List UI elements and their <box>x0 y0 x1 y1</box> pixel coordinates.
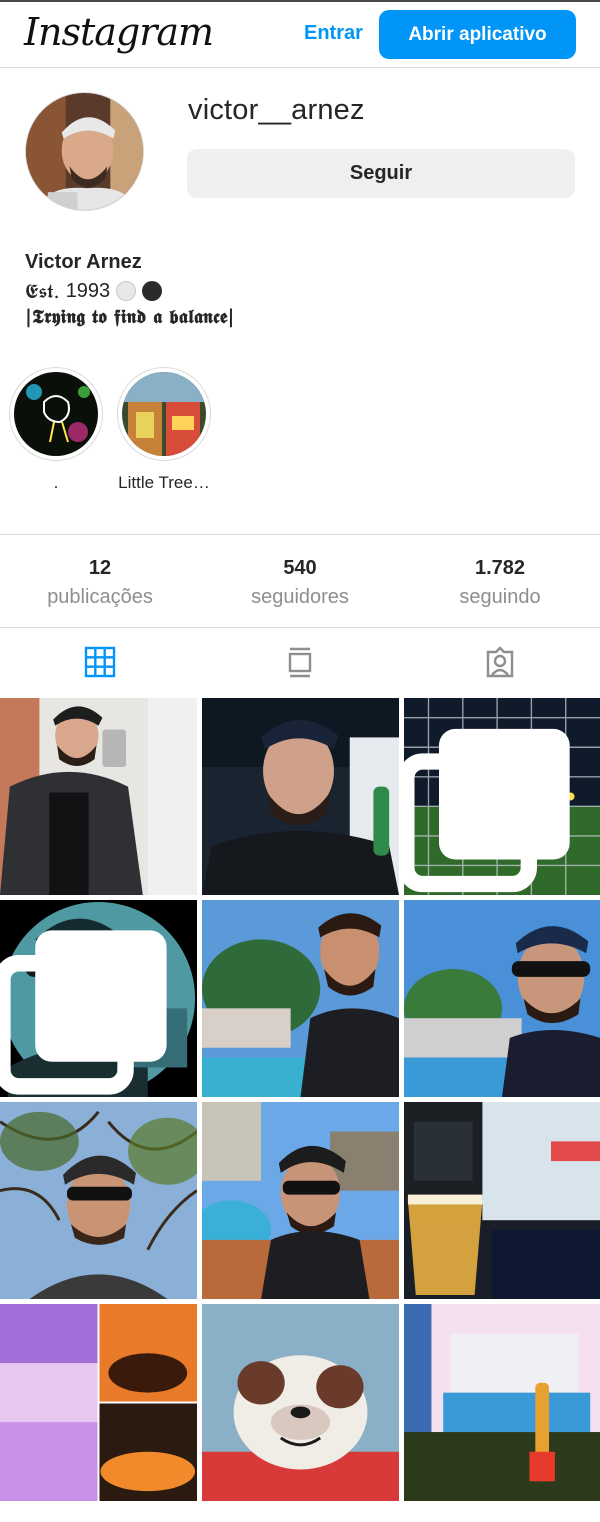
post-thumbnail[interactable] <box>0 1304 197 1501</box>
stat-value: 540 <box>283 557 317 579</box>
stat-followers[interactable]: 540 seguidores <box>200 535 400 627</box>
highlight-label: . <box>53 473 59 492</box>
white-circle-icon <box>116 281 137 301</box>
stat-label: publicações <box>47 586 153 608</box>
open-app-button[interactable]: Abrir aplicativo <box>379 10 576 59</box>
highlight-item[interactable]: . <box>9 367 103 492</box>
post-thumbnail[interactable] <box>0 1102 197 1299</box>
post-thumbnail[interactable] <box>0 900 197 1097</box>
profile-username: victor__arnez <box>188 94 365 126</box>
login-link[interactable]: Entrar <box>304 22 363 45</box>
avatar[interactable] <box>25 92 144 211</box>
highlight-ring <box>9 367 103 461</box>
bio-est: 𝕰𝖘𝖙. <box>25 279 60 303</box>
instagram-logo[interactable]: Instagram <box>24 10 214 54</box>
post-thumbnail[interactable] <box>202 900 399 1097</box>
bio-line-2: |𝕿𝖗𝖞𝖎𝖓𝖌 𝖙𝖔 𝖋𝖎𝖓𝖉 𝖆 𝖇𝖆𝖑𝖆𝖓𝖈𝖊| <box>25 306 235 328</box>
stat-value: 1.782 <box>474 557 526 579</box>
avatar-image <box>26 93 143 210</box>
post-thumbnail[interactable] <box>0 698 197 895</box>
follow-button[interactable]: Seguir <box>187 149 575 198</box>
highlight-ring <box>117 367 211 461</box>
tab-grid[interactable] <box>0 628 200 696</box>
post-thumbnail[interactable] <box>404 900 600 1097</box>
stat-value: 12 <box>88 557 112 579</box>
black-circle-icon <box>142 281 163 301</box>
highlight-label: Little Tree… <box>118 473 210 492</box>
highlight-cover <box>122 372 206 456</box>
post-thumbnail[interactable] <box>202 1304 399 1501</box>
profile-tabs <box>0 628 600 696</box>
highlight-cover <box>14 372 98 456</box>
tagged-icon <box>486 646 514 678</box>
bio-year: 1993 <box>65 279 111 302</box>
stat-following[interactable]: 1.782 seguindo <box>400 535 600 627</box>
multiple-posts-icon <box>0 930 167 1095</box>
profile-stats: 12 publicações 540 seguidores 1.782 segu… <box>0 534 600 628</box>
highlight-item[interactable]: Little Tree… <box>117 367 211 492</box>
post-thumbnail[interactable] <box>202 1102 399 1299</box>
post-thumbnail[interactable] <box>404 1102 600 1299</box>
top-header: Instagram Entrar Abrir aplicativo <box>0 2 600 68</box>
multiple-posts-icon <box>404 728 570 893</box>
feed-icon <box>288 647 312 678</box>
post-thumbnail[interactable] <box>404 1304 600 1501</box>
tab-tagged[interactable] <box>400 628 600 696</box>
post-thumbnail[interactable] <box>404 698 600 895</box>
stat-label: seguindo <box>459 586 541 608</box>
stat-posts[interactable]: 12 publicações <box>0 535 200 627</box>
grid-icon <box>84 646 116 678</box>
post-thumbnail[interactable] <box>202 698 399 895</box>
tab-feed[interactable] <box>200 628 400 696</box>
stat-label: seguidores <box>251 586 349 608</box>
profile-full-name: Victor Arnez <box>25 251 142 273</box>
bio-line-1: 𝕰𝖘𝖙. 1993 <box>25 279 163 303</box>
post-grid <box>0 698 600 1501</box>
